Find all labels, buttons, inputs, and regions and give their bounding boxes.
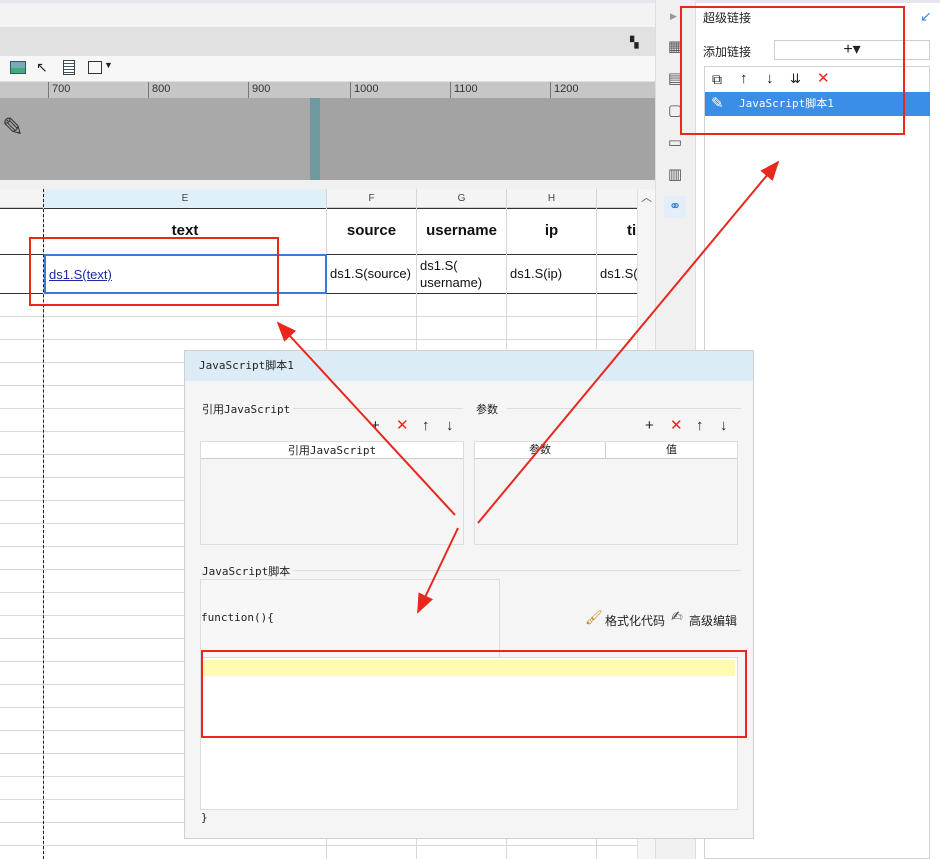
chevron-up-icon[interactable]: ︿ [641, 189, 652, 205]
column-header-g[interactable]: G [417, 189, 507, 208]
dialog-title: JavaScript脚本1 [185, 351, 753, 381]
js-script-section-label: JavaScript脚本 [202, 565, 291, 578]
canvas-gap [0, 180, 655, 189]
canvas-right [320, 98, 655, 180]
param-up-icon[interactable]: ↑ [696, 418, 704, 434]
cell-ip-value[interactable]: ds1.S(ip) [507, 255, 596, 293]
format-code-button[interactable]: 格式化代码 [605, 612, 665, 629]
add-ref-icon[interactable]: + [371, 418, 380, 434]
function-close: } [201, 811, 208, 824]
pointer-icon[interactable]: ↖ [36, 59, 48, 76]
ref-up-icon[interactable]: ↑ [422, 418, 430, 434]
collapse-icon[interactable]: ↙ [920, 8, 932, 25]
header-cell-time[interactable]: ti [597, 208, 637, 254]
column-header-e[interactable]: E [44, 189, 327, 208]
ref-js-column-header[interactable]: 引用JavaScript [201, 442, 463, 459]
column-headers: E F G H [0, 189, 637, 208]
hyperlink-icon[interactable]: ⚭ [664, 196, 686, 218]
ruler-tick: 1200 [550, 82, 578, 98]
border-icon[interactable] [88, 61, 102, 74]
param-column-header[interactable]: 参数 [475, 442, 606, 459]
ref-js-table: 引用JavaScript [200, 441, 464, 545]
pencil-icon: ✎ [2, 112, 24, 142]
column-header-h[interactable]: H [507, 189, 597, 208]
chevron-down-icon[interactable]: ▼ [104, 60, 113, 70]
cell-time-value[interactable]: ds1.S( [597, 255, 637, 293]
header-cell-source[interactable]: source [327, 208, 416, 254]
header-cell-ip[interactable]: ip [507, 208, 596, 254]
ruler-tick: 800 [148, 82, 170, 98]
cell-source-value[interactable]: ds1.S(source) [327, 255, 416, 293]
page-boundary [310, 98, 320, 180]
annotation-box-cell [29, 237, 279, 306]
document-icon[interactable] [63, 60, 75, 75]
toolbar: ↖ ▼ [0, 56, 655, 82]
javascript-dialog: JavaScript脚本1 引用JavaScript 参数 + ✕ ↑ ↓ + … [184, 350, 754, 839]
ruler: 700 800 900 1000 1100 1200 [0, 82, 655, 98]
annotation-box-editor [201, 650, 747, 738]
ruler-tick: 700 [48, 82, 70, 98]
value-column-header[interactable]: 值 [606, 442, 737, 459]
ref-down-icon[interactable]: ↓ [446, 418, 454, 434]
add-param-icon[interactable]: + [645, 418, 654, 434]
header-cell-username[interactable]: username [417, 208, 506, 254]
param-section-label: 参数 [476, 404, 498, 416]
ruler-tick: 1000 [350, 82, 378, 98]
advanced-edit-button[interactable]: 高级编辑 [689, 612, 737, 629]
function-open: function(){ [201, 611, 274, 624]
param-table: 参数 值 [474, 441, 738, 545]
delete-param-icon[interactable]: ✕ [670, 418, 683, 434]
image-icon[interactable] [10, 61, 26, 74]
annotation-box-hyperlink [680, 6, 905, 135]
condition-attribute-icon[interactable]: ▥ [664, 164, 686, 186]
broom-icon[interactable]: 🖌 [585, 609, 603, 626]
column-header-f[interactable]: F [327, 189, 417, 208]
top-strip [0, 0, 655, 28]
edit-advanced-icon[interactable]: ✍ [671, 608, 683, 625]
ref-js-section-label: 引用JavaScript [202, 403, 291, 416]
cell-username-value[interactable]: ds1.S( username) [417, 255, 506, 293]
tab-bar: ▚ [0, 28, 655, 56]
chevron-right-icon[interactable]: ▶ [670, 11, 677, 22]
dock-icon[interactable]: ▚ [630, 36, 638, 49]
column-header[interactable] [0, 189, 44, 208]
param-down-icon[interactable]: ↓ [720, 418, 728, 434]
ruler-tick: 900 [248, 82, 270, 98]
ruler-tick: 1100 [450, 82, 478, 98]
delete-ref-icon[interactable]: ✕ [396, 418, 409, 434]
dropdown-widget-icon[interactable]: ▭ [664, 132, 686, 154]
